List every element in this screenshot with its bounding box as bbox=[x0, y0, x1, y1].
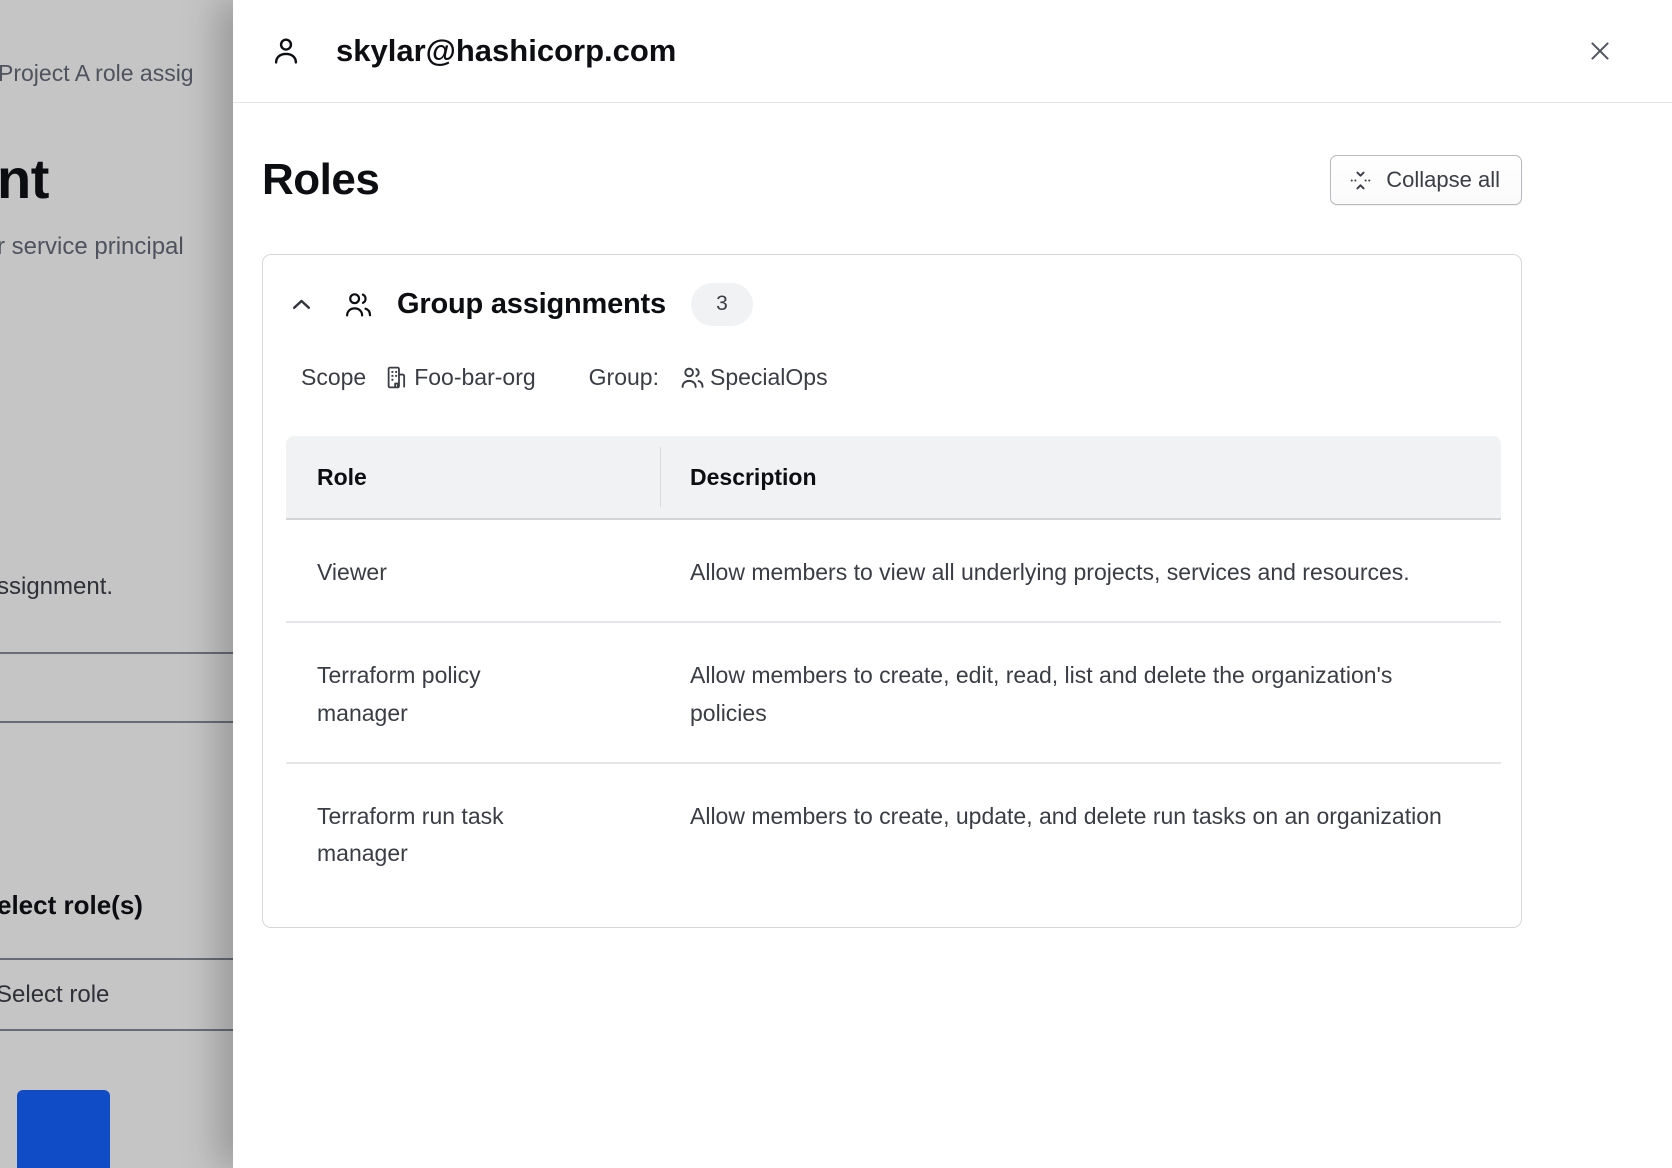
table-row: Terraform run task manager Allow members… bbox=[286, 764, 1501, 903]
scope-label: Scope bbox=[301, 364, 366, 391]
group-value: SpecialOps bbox=[710, 364, 828, 391]
drawer-header: skylar@hashicorp.com bbox=[233, 0, 1672, 103]
screen: Project A role assig nt r service princi… bbox=[0, 0, 1672, 1168]
person-icon bbox=[270, 35, 302, 67]
column-header-role: Role bbox=[286, 436, 660, 518]
role-cell: Terraform policy manager bbox=[317, 657, 532, 732]
roles-table: Role Description Viewer Allow members to… bbox=[286, 436, 1501, 902]
group-label: Group: bbox=[589, 364, 659, 391]
table-row: Viewer Allow members to view all underly… bbox=[286, 520, 1501, 623]
close-button[interactable] bbox=[1580, 31, 1620, 71]
group-assignments-header: Group assignments 3 bbox=[286, 275, 1499, 333]
drawer-title-email: skylar@hashicorp.com bbox=[336, 33, 676, 69]
role-cell: Viewer bbox=[317, 554, 532, 591]
count-badge: 3 bbox=[691, 283, 753, 326]
collapse-all-button[interactable]: Collapse all bbox=[1330, 155, 1522, 205]
role-cell: Terraform run task manager bbox=[317, 798, 532, 873]
scope-value: Foo-bar-org bbox=[414, 364, 535, 391]
drawer-body: Roles Collapse all bbox=[233, 103, 1672, 928]
group-assignments-title: Group assignments bbox=[397, 288, 666, 321]
table-row: Terraform policy manager Allow members t… bbox=[286, 623, 1501, 764]
collapse-all-icon bbox=[1348, 168, 1373, 193]
group-assignments-card: Group assignments 3 Scope bbox=[262, 254, 1522, 928]
users-icon bbox=[343, 289, 374, 320]
scope-row: Scope Foo-bar-org Gro bbox=[301, 364, 1499, 391]
roles-heading: Roles bbox=[262, 155, 379, 205]
description-cell: Allow members to create, edit, read, lis… bbox=[690, 657, 1452, 732]
organization-icon bbox=[383, 364, 410, 391]
close-icon bbox=[1587, 38, 1613, 64]
roles-drawer: skylar@hashicorp.com Roles bbox=[233, 0, 1672, 1168]
collapse-all-label: Collapse all bbox=[1386, 167, 1500, 193]
collapse-section-button[interactable] bbox=[286, 289, 316, 319]
roles-title-row: Roles Collapse all bbox=[262, 155, 1522, 205]
chevron-up-icon bbox=[288, 291, 315, 318]
users-icon bbox=[679, 364, 706, 391]
description-cell: Allow members to create, update, and del… bbox=[690, 798, 1452, 835]
description-cell: Allow members to view all underlying pro… bbox=[690, 554, 1452, 591]
table-header: Role Description bbox=[286, 436, 1501, 520]
column-header-description: Description bbox=[660, 436, 1501, 518]
